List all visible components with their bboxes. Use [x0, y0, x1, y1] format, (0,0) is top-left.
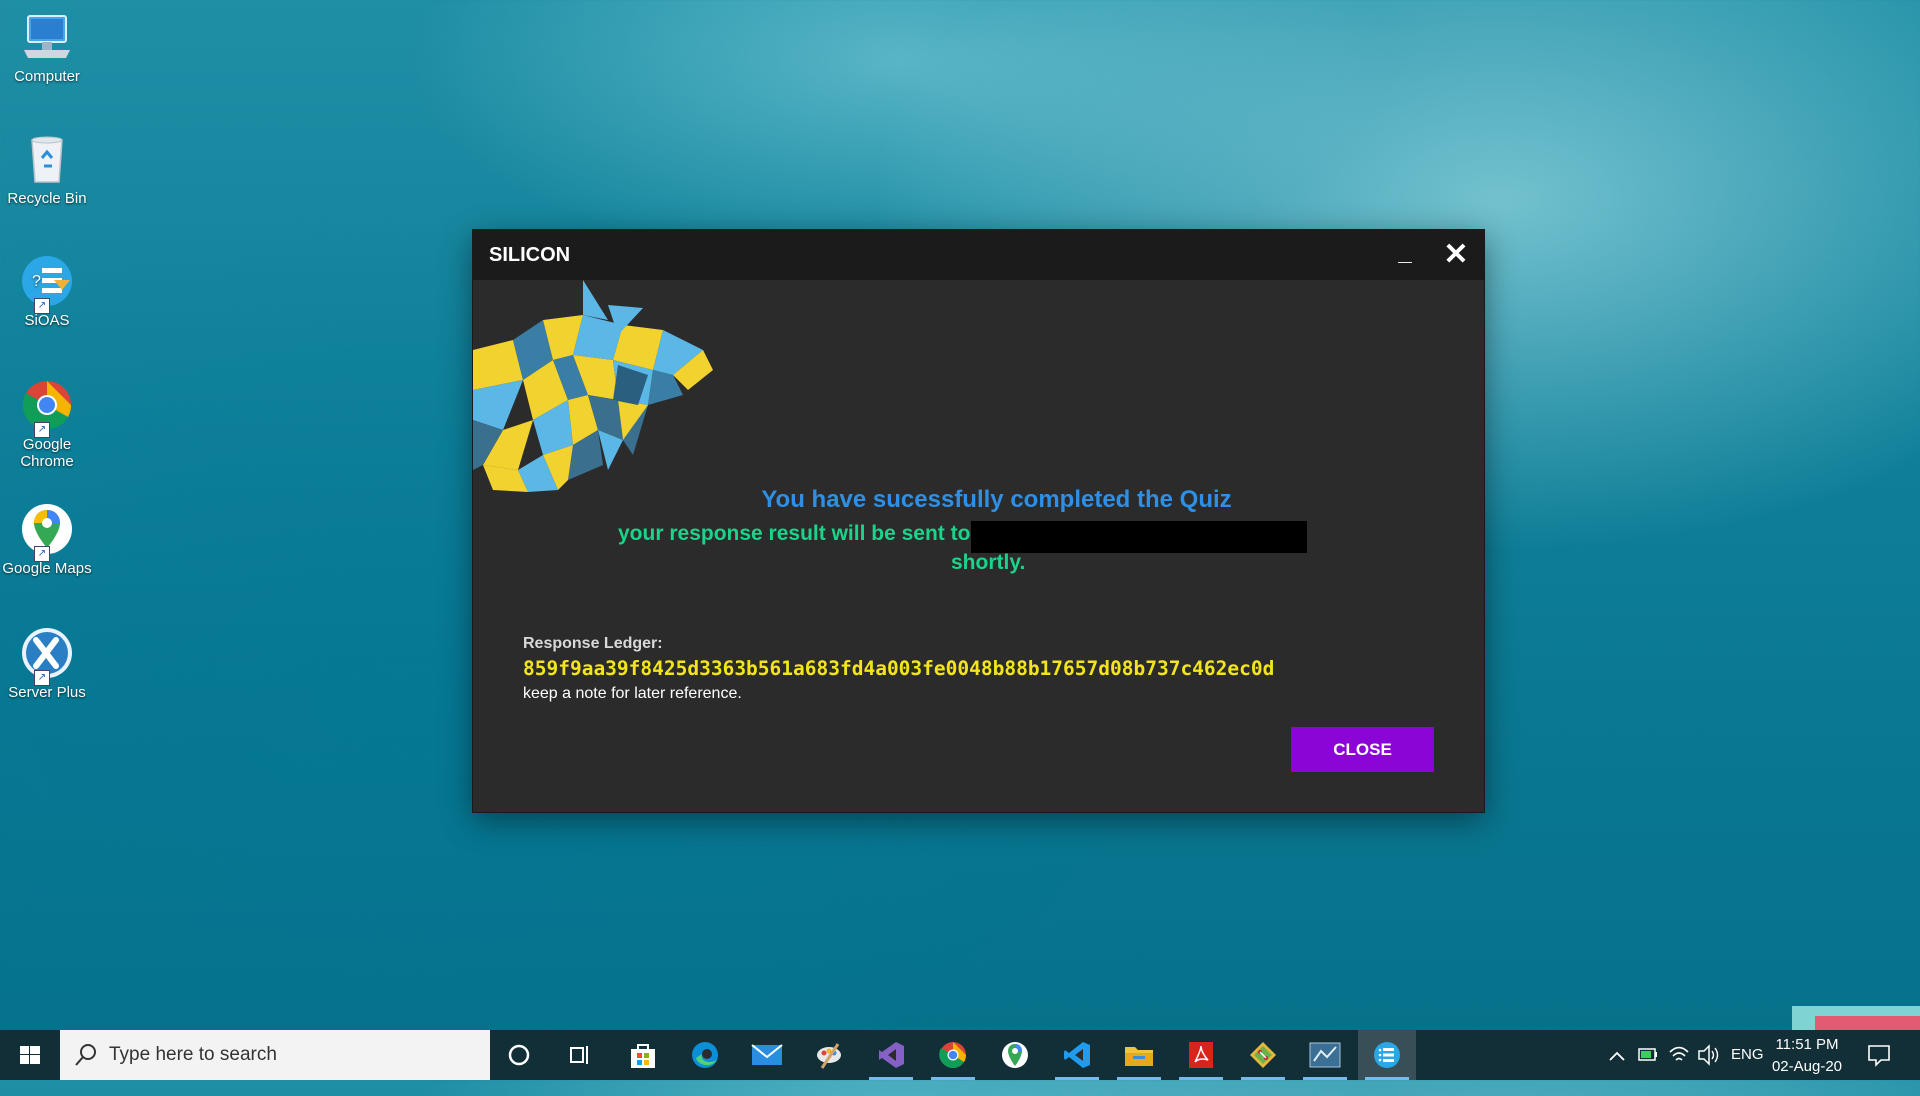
server-plus-icon: ↗	[20, 626, 74, 686]
cortana-button[interactable]	[490, 1030, 548, 1080]
desktop-icon-google-chrome[interactable]: ↗ Google Chrome	[0, 378, 94, 470]
desktop-icon-sioas[interactable]: ? ↗ SiOAS	[0, 254, 94, 329]
taskbar-app-vscode[interactable]	[1048, 1030, 1106, 1080]
chrome-icon: ↗	[20, 378, 74, 438]
clock-time: 11:51 PM	[1775, 1036, 1839, 1053]
taskbar-app-paint[interactable]	[800, 1030, 858, 1080]
close-window-button[interactable]: ✕	[1439, 238, 1473, 272]
shortcut-arrow-icon: ↗	[34, 422, 50, 438]
taskbar-app-server[interactable]	[1296, 1030, 1354, 1080]
visual-studio-icon	[879, 1042, 904, 1068]
taskbar-search-box[interactable]: Type here to search	[60, 1030, 490, 1080]
vscode-icon	[1064, 1042, 1090, 1068]
quiz-complete-message: You have sucessfully completed the Quiz	[761, 486, 1232, 513]
server-icon	[1309, 1042, 1341, 1068]
recycle-bin-icon	[20, 132, 74, 186]
desktop-icon-label: Google Maps	[2, 560, 92, 577]
response-ledger-hash: 859f9aa39f8425d3363b561a683fd4a003fe0048…	[523, 657, 1275, 680]
taskbar-app-edge[interactable]	[676, 1030, 734, 1080]
response-ledger-label: Response Ledger:	[523, 635, 663, 652]
taskbar: Type here to search ENG 11:51 PM 02-Aug-…	[0, 1030, 1920, 1080]
tray-volume[interactable]	[1696, 1030, 1722, 1080]
title-bar[interactable]: SILICON _ ✕	[473, 230, 1484, 280]
shortcut-arrow-icon: ↗	[34, 546, 50, 562]
notification-icon	[1868, 1045, 1890, 1067]
ledger-note: keep a note for later reference.	[523, 685, 742, 702]
cortana-icon	[508, 1044, 530, 1066]
search-placeholder: Type here to search	[109, 1044, 277, 1065]
chrome-icon	[939, 1042, 967, 1069]
close-button[interactable]: CLOSE	[1291, 727, 1434, 772]
taskbar-app-visual-studio[interactable]	[862, 1030, 920, 1080]
tray-language[interactable]: ENG	[1731, 1046, 1764, 1096]
taskbar-app-mail[interactable]	[738, 1030, 796, 1080]
store-icon	[631, 1044, 655, 1068]
desktop-icon-recycle-bin[interactable]: Recycle Bin	[0, 132, 94, 207]
svg-text:?: ?	[32, 273, 41, 290]
sioas-icon	[1374, 1042, 1400, 1068]
taskbar-app-git[interactable]	[1234, 1030, 1292, 1080]
volume-icon	[1698, 1044, 1719, 1066]
silicon-dialog-window: SILICON _ ✕ You have sucessfully complet…	[473, 230, 1484, 812]
redacted-recipient	[971, 521, 1307, 553]
taskbar-app-sioas[interactable]	[1358, 1030, 1416, 1080]
edge-icon	[692, 1042, 718, 1068]
computer-icon	[20, 10, 74, 64]
desktop-icon-label: SiOAS	[24, 312, 70, 329]
maps-icon	[1002, 1042, 1028, 1068]
search-icon	[75, 1044, 96, 1066]
taskbar-app-file-explorer[interactable]	[1110, 1030, 1168, 1080]
desktop-icon-label: Computer	[14, 68, 80, 85]
task-view-icon	[570, 1046, 588, 1064]
tray-wifi[interactable]	[1667, 1030, 1691, 1080]
taskbar-clock[interactable]: 11:51 PM 02-Aug-20	[1762, 1034, 1852, 1078]
notifications-button[interactable]	[1865, 1030, 1893, 1080]
desktop-icon-label: Google Chrome	[20, 436, 74, 470]
taskbar-app-chrome[interactable]	[924, 1030, 982, 1080]
maps-icon: ↗	[20, 502, 74, 562]
mail-icon	[751, 1044, 783, 1065]
desktop-icon-label: Recycle Bin	[7, 190, 87, 207]
shortly-message: shortly.	[951, 551, 1026, 574]
clock-date: 02-Aug-20	[1771, 1058, 1843, 1075]
desktop-icon-server-plus[interactable]: ↗ Server Plus	[0, 626, 94, 701]
file-explorer-icon	[1125, 1047, 1153, 1066]
desktop-icon-label: Server Plus	[8, 684, 86, 701]
response-sent-message: your response result will be sent to	[618, 522, 971, 545]
start-button[interactable]	[0, 1030, 60, 1080]
battery-icon	[1638, 1048, 1657, 1061]
taskbar-app-acrobat[interactable]	[1172, 1030, 1230, 1080]
window-title: SILICON	[489, 244, 571, 266]
shortcut-arrow-icon: ↗	[34, 298, 50, 314]
desktop-icon-computer[interactable]: Computer	[0, 10, 94, 85]
wifi-icon	[1669, 1046, 1689, 1061]
minimize-button[interactable]: _	[1388, 238, 1422, 272]
paint-icon	[817, 1043, 841, 1069]
taskbar-app-store[interactable]	[614, 1030, 672, 1080]
windows-logo-icon	[20, 1046, 40, 1064]
desktop-icon-google-maps[interactable]: ↗ Google Maps	[0, 502, 94, 577]
acrobat-icon	[1189, 1042, 1213, 1068]
task-view-button[interactable]	[551, 1030, 609, 1080]
git-icon	[1250, 1042, 1276, 1068]
chevron-up-icon	[1609, 1051, 1625, 1061]
shortcut-arrow-icon: ↗	[34, 670, 50, 686]
taskbar-app-maps[interactable]	[986, 1030, 1044, 1080]
tray-battery[interactable]	[1636, 1030, 1660, 1080]
desktop-corner-decoration-pink	[1815, 1016, 1920, 1030]
sioas-icon: ? ↗	[20, 254, 74, 314]
tray-overflow-button[interactable]	[1605, 1030, 1629, 1080]
